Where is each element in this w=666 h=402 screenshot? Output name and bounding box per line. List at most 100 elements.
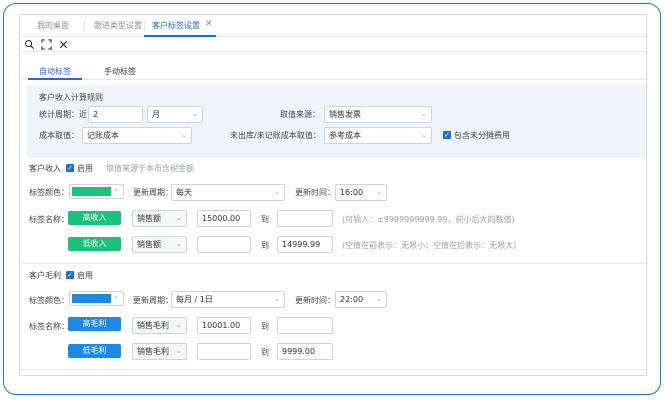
chevron-down-icon: ⌄ (421, 110, 427, 118)
chevron-down-icon: ⌄ (113, 292, 119, 300)
tab-follow-type-settings[interactable]: 跟进类型设置 (94, 20, 142, 31)
period-label: 统计周期：近 (39, 110, 87, 119)
high-income-metric-select[interactable]: 销售额 ⌄ (132, 210, 187, 227)
high-income-tag-button[interactable]: 高收入 (68, 211, 121, 225)
section-divider (20, 263, 646, 264)
low-profit-to-label: 到 (261, 348, 269, 357)
high-profit-from-input[interactable]: 10001.00 (197, 317, 251, 334)
low-income-to-input[interactable]: 14999.99 (277, 236, 333, 253)
cost-select[interactable]: 记账成本 ⌄ (82, 127, 192, 144)
close-icon[interactable] (58, 39, 69, 50)
profit-update-cycle-label: 更新周期： (133, 296, 173, 305)
income-rule-title: 客户收入计算规则 (39, 93, 103, 102)
tab-my-desktop[interactable]: 我的桌面 (37, 20, 69, 31)
low-profit-to-input[interactable]: 9999.00 (277, 343, 333, 360)
chevron-down-icon: ⌄ (176, 240, 182, 248)
high-income-to-input[interactable] (277, 210, 333, 227)
toolbar (20, 37, 646, 52)
chevron-down-icon: ⌄ (113, 185, 119, 193)
profit-update-cycle-select[interactable]: 每月 / 1日 ⌄ (171, 291, 285, 308)
high-income-metric-value: 销售额 (137, 214, 161, 223)
expand-icon[interactable] (41, 39, 52, 50)
low-profit-from-input[interactable] (197, 343, 251, 360)
profit-update-cycle-value: 每月 / 1日 (176, 295, 213, 304)
profit-color-label: 标签颜色： (29, 296, 69, 305)
income-update-cycle-label: 更新周期： (133, 188, 173, 197)
profit-update-time-select[interactable]: 22:00 ⌄ (335, 291, 387, 308)
income-rule-panel: 客户收入计算规则 统计周期：近 2 月 ⌄ 取值来源： 销售发票 ⌄ 成本取值：… (27, 85, 646, 158)
cost-value: 记账成本 (87, 131, 119, 140)
period-unit-select[interactable]: 月 ⌄ (147, 106, 203, 123)
income-enable-label: 启用 (77, 164, 93, 173)
profit-enable-label: 启用 (77, 271, 93, 280)
chevron-down-icon: ⌄ (192, 110, 198, 118)
high-profit-to-input[interactable] (277, 317, 333, 334)
low-income-hint: (空值在前表示：无限小；空值在后表示：无限大) (342, 241, 517, 250)
low-income-metric-select[interactable]: 销售额 ⌄ (132, 236, 187, 253)
tab-separator (144, 21, 145, 31)
low-income-from-input[interactable] (197, 236, 251, 253)
income-update-time-select[interactable]: 16:00 ⌄ (335, 184, 387, 201)
include-unallocated-checkbox[interactable]: ✓ (443, 131, 451, 139)
income-source-note: 取值来源于本币含税金额 (106, 164, 194, 173)
tab-customer-tag-settings[interactable]: 客户标签设置 (152, 20, 200, 31)
chevron-down-icon: ⌄ (274, 295, 280, 303)
income-enable-checkbox[interactable]: ✓ (66, 164, 74, 172)
unout-cost-label: 未出库/未记账成本取值： (230, 131, 321, 140)
cost-label: 成本取值： (39, 131, 79, 140)
low-profit-metric-value: 销售毛利 (137, 347, 169, 356)
profit-tag-name-label: 标签名称： (29, 322, 69, 331)
chevron-down-icon: ⌄ (176, 347, 182, 355)
chevron-down-icon: ⌄ (176, 321, 182, 329)
profit-color-picker[interactable]: ⌄ (69, 291, 124, 306)
high-income-from-input[interactable]: 15000.00 (197, 210, 251, 227)
unout-cost-value: 参考成本 (329, 131, 361, 140)
high-income-to-label: 到 (261, 215, 269, 224)
chevron-down-icon: ⌄ (181, 131, 187, 139)
profit-color-swatch (72, 294, 111, 303)
income-update-cycle-select[interactable]: 每天 ⌄ (171, 184, 285, 201)
source-label: 取值来源： (280, 110, 320, 119)
tab-separator (84, 21, 85, 31)
income-section-title: 客户收入 (29, 164, 61, 173)
app-window: 我的桌面 跟进类型设置 客户标签设置 ✕ 自动标签 手动标签 客户收入计算规则 … (19, 14, 647, 376)
income-update-cycle-value: 每天 (176, 188, 192, 197)
chevron-down-icon: ⌄ (274, 188, 280, 196)
tab-close-icon[interactable]: ✕ (205, 19, 213, 29)
low-profit-tag-button[interactable]: 低毛利 (68, 344, 121, 358)
income-color-picker[interactable]: ⌄ (69, 184, 124, 199)
income-update-time-label: 更新时间： (295, 188, 335, 197)
high-income-hint: (可输入：±9999999999.99，前小后大的数值) (342, 215, 515, 224)
section-divider (20, 369, 646, 370)
high-profit-tag-button[interactable]: 高毛利 (68, 317, 121, 331)
income-color-swatch (72, 187, 111, 196)
chevron-down-icon: ⌄ (421, 131, 427, 139)
profit-update-time-label: 更新时间： (295, 296, 335, 305)
income-tag-name-label: 标签名称： (29, 215, 69, 224)
search-icon[interactable] (24, 39, 35, 50)
unout-cost-select[interactable]: 参考成本 ⌄ (324, 127, 432, 144)
chevron-down-icon: ⌄ (176, 214, 182, 222)
low-income-to-label: 到 (261, 241, 269, 250)
high-profit-to-label: 到 (261, 322, 269, 331)
high-profit-metric-select[interactable]: 销售毛利 ⌄ (132, 317, 187, 334)
profit-section-title: 客户毛利 (29, 271, 61, 280)
chevron-down-icon: ⌄ (376, 188, 382, 196)
income-color-label: 标签颜色： (29, 188, 69, 197)
profit-enable-checkbox[interactable]: ✓ (66, 271, 74, 279)
period-unit-value: 月 (152, 110, 160, 119)
profit-update-time-value: 22:00 (340, 295, 364, 304)
chevron-down-icon: ⌄ (376, 295, 382, 303)
include-unallocated-label: 包含未分摊费用 (454, 131, 510, 140)
tab-bar: 我的桌面 跟进类型设置 客户标签设置 ✕ (20, 15, 646, 37)
source-value: 销售发票 (329, 110, 361, 119)
low-income-metric-value: 销售额 (137, 240, 161, 249)
period-value-input[interactable]: 2 (88, 106, 143, 123)
low-profit-metric-select[interactable]: 销售毛利 ⌄ (132, 343, 187, 360)
source-select[interactable]: 销售发票 ⌄ (324, 106, 432, 123)
low-income-tag-button[interactable]: 低收入 (68, 237, 121, 251)
income-update-time-value: 16:00 (340, 188, 364, 197)
tab-manual-tags[interactable]: 手动标签 (104, 66, 136, 77)
active-subtab-indicator (28, 78, 82, 80)
tab-auto-tags[interactable]: 自动标签 (39, 66, 71, 77)
